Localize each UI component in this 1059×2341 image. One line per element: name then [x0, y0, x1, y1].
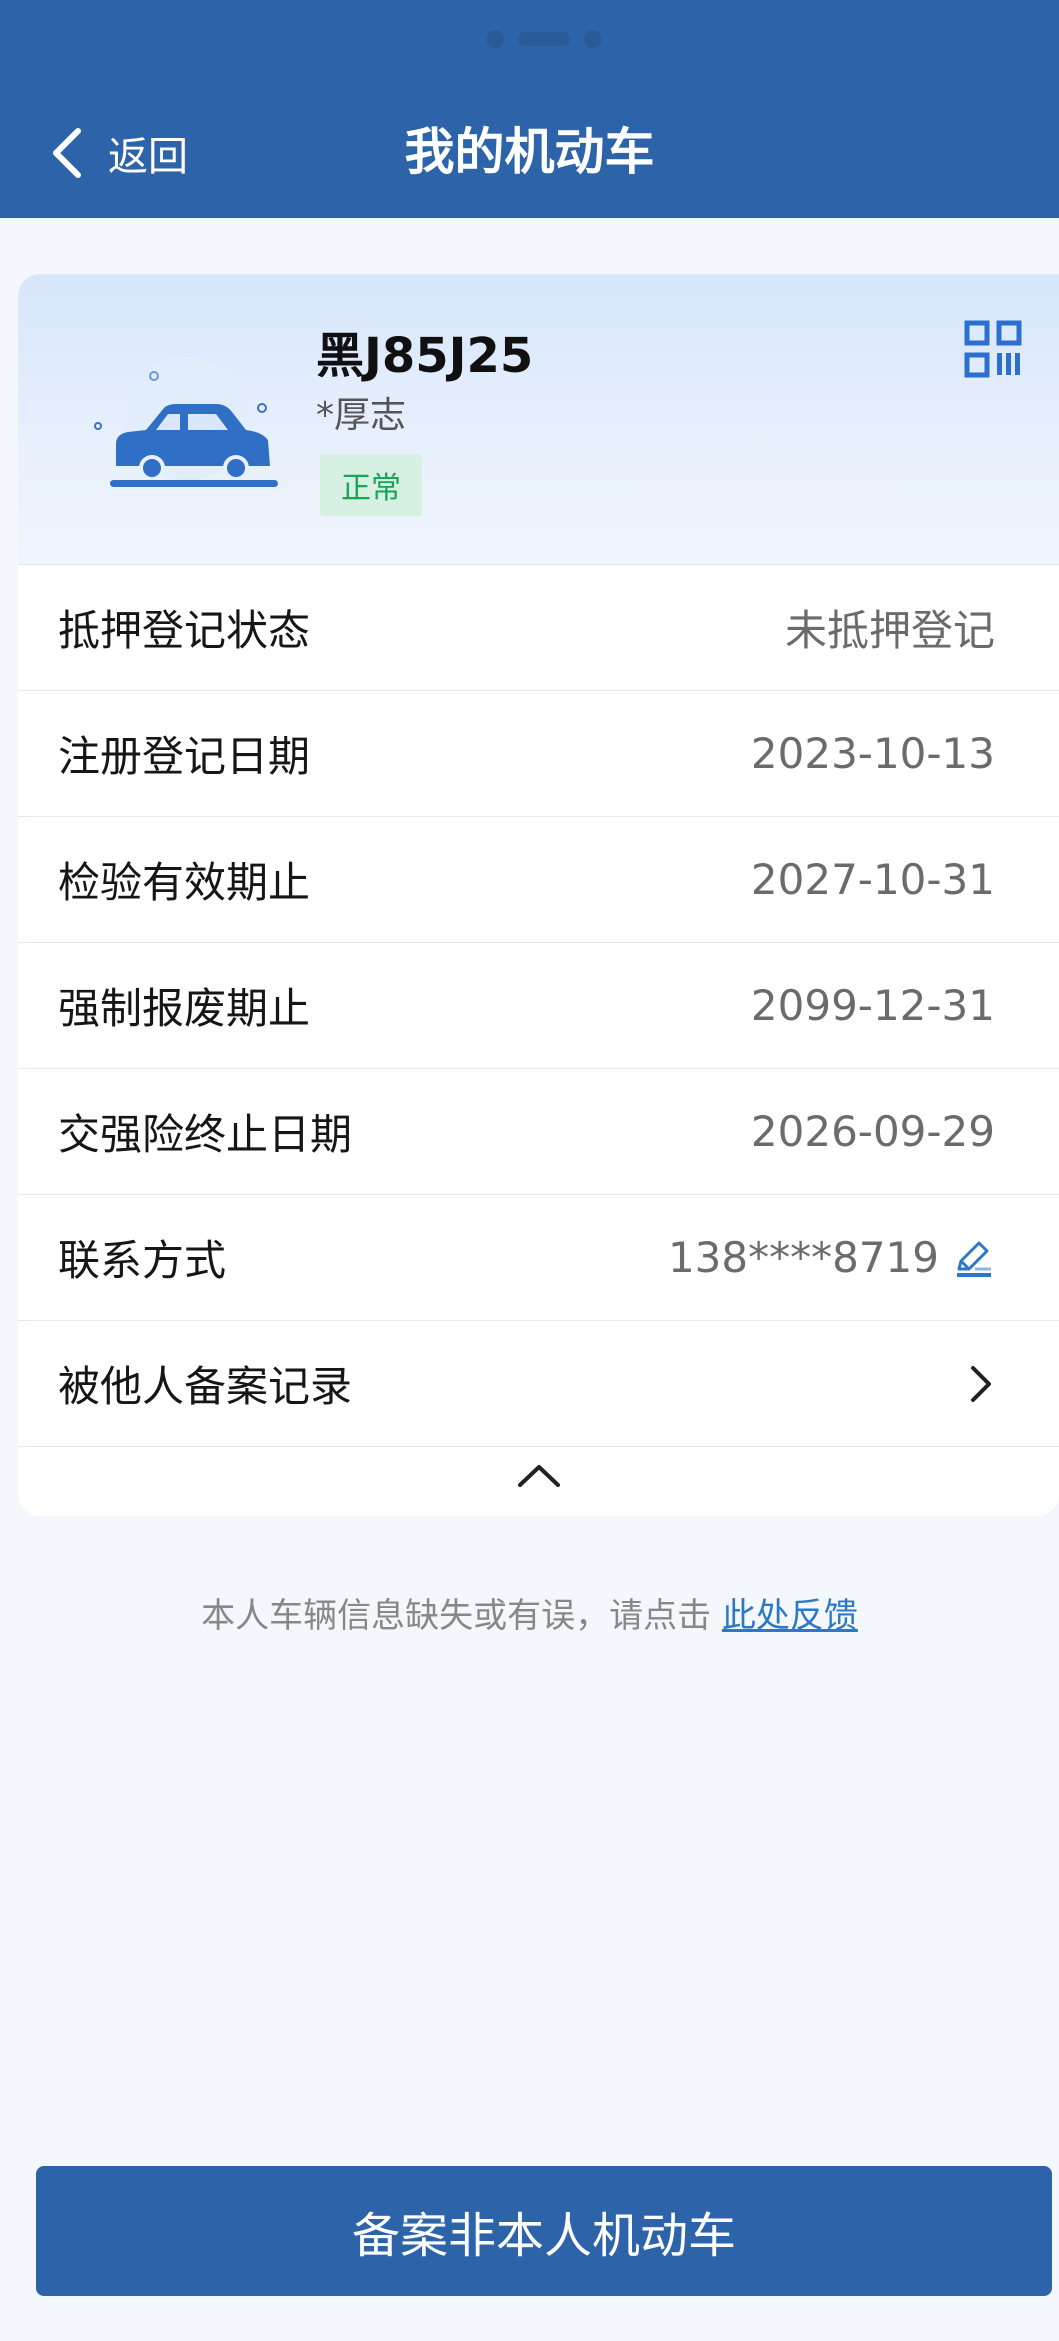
detail-label: 联系方式 [58, 1236, 227, 1285]
vehicle-summary: 黑J85J25 *厚志 正常 [18, 274, 1059, 565]
license-plate: 黑J85J25 [316, 328, 534, 384]
feedback-text: 本人车辆信息缺失或有误，请点击 [201, 1596, 712, 1636]
detail-label: 被他人备案记录 [58, 1362, 353, 1411]
detail-value: 2027-10-31 [750, 855, 995, 904]
car-illustration [94, 357, 278, 487]
status-notch [486, 26, 606, 52]
detail-value: 2099-12-31 [750, 981, 995, 1030]
edit-pencil-icon[interactable] [953, 1237, 995, 1279]
detail-value: 2023-10-13 [750, 729, 995, 778]
detail-label: 强制报废期止 [58, 984, 311, 1033]
detail-row-filing-records[interactable]: 被他人备案记录 [18, 1321, 1059, 1447]
detail-row-insurance-end: 交强险终止日期 2026-09-29 [18, 1069, 1059, 1195]
register-other-vehicle-button[interactable]: 备案非本人机动车 [36, 2166, 1052, 2296]
detail-label: 注册登记日期 [58, 732, 311, 781]
top-bar: 返回 我的机动车 [0, 0, 1059, 218]
chevron-up-icon [517, 1465, 560, 1487]
detail-label: 交强险终止日期 [58, 1110, 353, 1159]
detail-row-inspection-valid: 检验有效期止 2027-10-31 [18, 817, 1059, 943]
collapse-toggle[interactable] [18, 1447, 1059, 1516]
detail-row-registration-date: 注册登记日期 2023-10-13 [18, 691, 1059, 817]
detail-row-scrap-date: 强制报废期止 2099-12-31 [18, 943, 1059, 1069]
page-title: 我的机动车 [404, 123, 655, 181]
status-badge: 正常 [320, 454, 422, 516]
feedback-link[interactable]: 此处反馈 [722, 1596, 858, 1636]
chevron-right-icon [971, 1365, 991, 1402]
vehicle-card: 黑J85J25 *厚志 正常 抵押登记状态 未抵押登记 注册登记日期 2023-… [18, 274, 1059, 1516]
detail-label: 检验有效期止 [58, 858, 311, 907]
detail-value: 2026-09-29 [750, 1107, 995, 1156]
phone-value: 138****8719 [667, 1233, 939, 1282]
feedback-prompt: 本人车辆信息缺失或有误，请点击 此处反馈 [0, 1588, 1059, 1637]
owner-name: *厚志 [316, 395, 407, 436]
detail-row-contact: 联系方式 138****8719 [18, 1195, 1059, 1321]
detail-value: 未抵押登记 [784, 606, 995, 655]
detail-label: 抵押登记状态 [58, 606, 311, 655]
qr-code-icon[interactable] [964, 320, 1022, 378]
detail-row-mortgage: 抵押登记状态 未抵押登记 [18, 565, 1059, 691]
